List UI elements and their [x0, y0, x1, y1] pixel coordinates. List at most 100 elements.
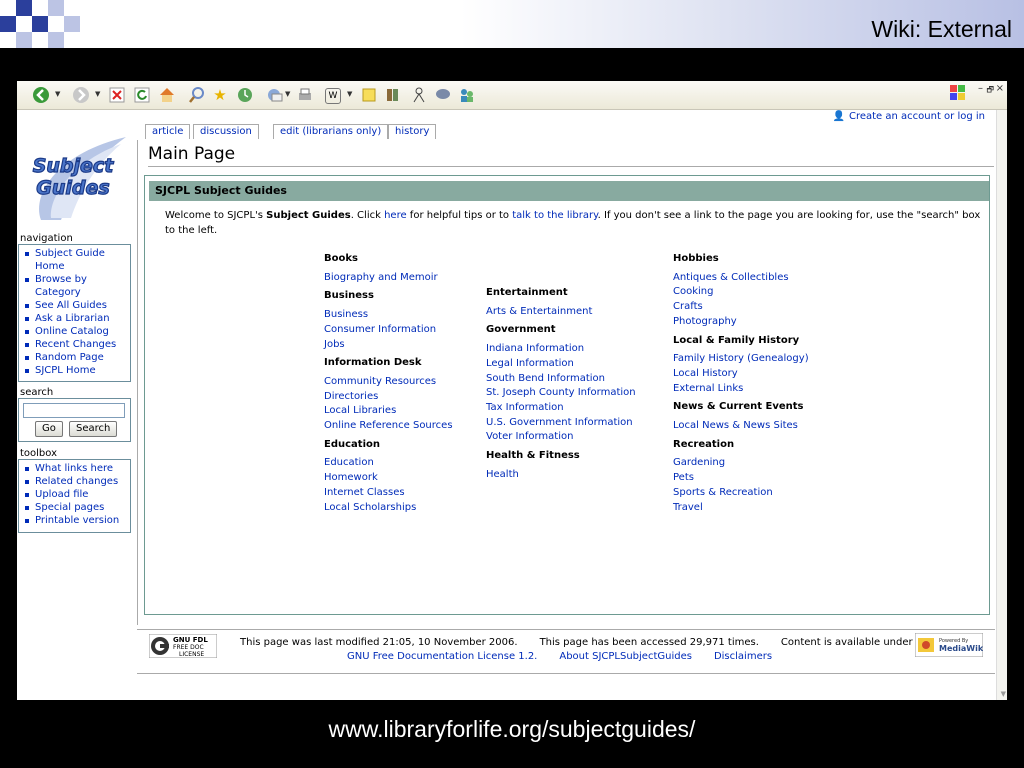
forward-dropdown-icon[interactable]: ▼	[95, 90, 100, 98]
guide-link[interactable]: Consumer Information	[324, 323, 453, 338]
slide-header: Wiki: External	[0, 0, 1024, 48]
guide-link[interactable]: Antiques & Collectibles	[673, 271, 809, 286]
guide-link[interactable]: Local Libraries	[324, 404, 453, 419]
restore-icon[interactable]: 🗗	[986, 84, 994, 98]
sidebar-nav-item[interactable]: Ask a Librarian	[23, 312, 130, 325]
guide-link[interactable]: Voter Information	[486, 430, 636, 445]
print-icon[interactable]	[295, 85, 315, 105]
tab-history[interactable]: history	[388, 124, 437, 139]
guide-link[interactable]: Local History	[673, 367, 809, 382]
tab-discussion[interactable]: discussion	[193, 124, 259, 139]
category-heading: Business	[324, 290, 374, 302]
guide-link[interactable]: St. Joseph County Information	[486, 386, 636, 401]
guide-link[interactable]: Internet Classes	[324, 486, 453, 501]
sidebar-nav-item[interactable]: Browse by Category	[23, 273, 130, 299]
back-dropdown-icon[interactable]: ▼	[55, 90, 60, 98]
svg-text:MediaWiki: MediaWiki	[939, 644, 983, 653]
refresh-icon[interactable]	[132, 85, 152, 105]
toolbox-item[interactable]: Related changes	[23, 475, 130, 488]
messenger-icon[interactable]	[409, 85, 429, 105]
about-link[interactable]: About SJCPLSubjectGuides	[559, 651, 692, 662]
go-button[interactable]: Go	[35, 421, 63, 437]
vertical-scrollbar[interactable]: ▼	[996, 110, 1007, 700]
search-button[interactable]: Search	[69, 421, 118, 437]
sidebar-nav-item[interactable]: Online Catalog	[23, 325, 130, 338]
license-link[interactable]: GNU Free Documentation License 1.2.	[347, 651, 537, 662]
tab-edit[interactable]: edit (librarians only)	[273, 124, 389, 139]
guide-link[interactable]: Gardening	[673, 456, 809, 471]
category-heading: Books	[324, 253, 358, 264]
guide-link[interactable]: Local News & News Sites	[673, 419, 809, 434]
guide-link[interactable]: Crafts	[673, 300, 809, 315]
word-icon[interactable]: W	[325, 88, 341, 104]
toolbox-item[interactable]: What links here	[23, 462, 130, 475]
history-icon[interactable]	[235, 85, 255, 105]
personal-tools[interactable]: 👤 Create an account or log in	[833, 111, 985, 122]
guide-link[interactable]: Jobs	[324, 338, 453, 353]
guide-link[interactable]: Directories	[324, 390, 453, 405]
category-heading: Information Desk	[324, 357, 422, 369]
tab-article[interactable]: article	[145, 124, 191, 139]
sidebar-nav-item[interactable]: SJCPL Home	[23, 364, 130, 377]
gnu-fdl-badge[interactable]: GNU FDL FREE DOC LICENSE	[149, 634, 217, 658]
sidebar-nav-item[interactable]: See All Guides	[23, 299, 130, 312]
minimize-icon[interactable]: –	[978, 83, 983, 94]
research-icon[interactable]	[383, 85, 403, 105]
guide-link[interactable]: Legal Information	[486, 357, 636, 372]
close-icon[interactable]: ×	[996, 83, 1004, 94]
notes-icon[interactable]	[359, 85, 379, 105]
guide-link[interactable]: Homework	[324, 471, 453, 486]
sidebar-nav-item[interactable]: Subject Guide Home	[23, 247, 130, 273]
sidebar-nav-item[interactable]: Random Page	[23, 351, 130, 364]
guide-link[interactable]: Health	[486, 468, 636, 483]
guide-link[interactable]: Education	[324, 456, 453, 471]
favorites-icon[interactable]: ★	[210, 85, 230, 105]
guide-link[interactable]: Biography and Memoir	[324, 271, 453, 286]
sidebar-nav-item[interactable]: Recent Changes	[23, 338, 130, 351]
mediawiki-badge[interactable]: Powered By MediaWiki	[915, 633, 983, 657]
footer-info: This page was last modified 21:05, 10 No…	[240, 637, 935, 648]
search-title: search	[20, 387, 54, 398]
stop-icon[interactable]	[107, 85, 127, 105]
forward-icon[interactable]	[71, 85, 91, 105]
guide-link[interactable]: External Links	[673, 382, 809, 397]
guide-link[interactable]: Sports & Recreation	[673, 486, 809, 501]
mail-dropdown-icon[interactable]: ▼	[285, 90, 290, 98]
people-icon[interactable]	[457, 85, 477, 105]
guide-link[interactable]: Community Resources	[324, 375, 453, 390]
subject-guides-logo[interactable]: Subject Guides	[21, 132, 131, 222]
guide-link[interactable]: Indiana Information	[486, 342, 636, 357]
last-modified: This page was last modified 21:05, 10 No…	[240, 637, 518, 648]
guide-link[interactable]: Online Reference Sources	[324, 419, 453, 434]
guide-link[interactable]: Business	[324, 308, 453, 323]
slide-decoration	[0, 0, 80, 48]
heading-divider	[148, 166, 994, 167]
back-icon[interactable]	[31, 85, 51, 105]
create-account-link[interactable]: Create an account or log in	[849, 111, 985, 122]
toolbox-item[interactable]: Upload file	[23, 488, 130, 501]
guide-link[interactable]: Pets	[673, 471, 809, 486]
guide-link[interactable]: Travel	[673, 501, 809, 516]
guide-link[interactable]: South Bend Information	[486, 372, 636, 387]
discuss-icon[interactable]	[433, 85, 453, 105]
guide-link[interactable]: Photography	[673, 315, 809, 330]
search-portlet: Go Search	[18, 398, 131, 442]
guide-link[interactable]: Family History (Genealogy)	[673, 352, 809, 367]
scroll-down-icon[interactable]: ▼	[1001, 690, 1006, 698]
talk-to-library-link[interactable]: talk to the library	[512, 210, 597, 221]
mail-icon[interactable]	[265, 85, 285, 105]
home-icon[interactable]	[157, 85, 177, 105]
guide-link[interactable]: Cooking	[673, 285, 809, 300]
search-icon[interactable]	[187, 85, 207, 105]
word-dropdown-icon[interactable]: ▼	[347, 90, 352, 98]
toolbox-item[interactable]: Printable version	[23, 514, 130, 527]
guide-link[interactable]: Tax Information	[486, 401, 636, 416]
category-heading: Health & Fitness	[486, 450, 580, 462]
search-input[interactable]	[23, 403, 125, 418]
here-link[interactable]: here	[384, 210, 407, 221]
guide-link[interactable]: Local Scholarships	[324, 501, 453, 516]
guide-link[interactable]: U.S. Government Information	[486, 416, 636, 431]
guide-link[interactable]: Arts & Entertainment	[486, 305, 636, 320]
disclaimers-link[interactable]: Disclaimers	[714, 651, 772, 662]
toolbox-item[interactable]: Special pages	[23, 501, 130, 514]
